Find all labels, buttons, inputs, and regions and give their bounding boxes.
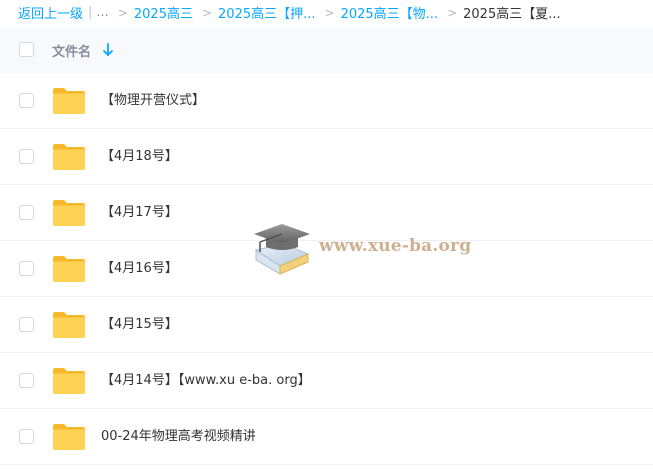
list-header: 文件名 [0,27,653,73]
graduation-cap-icon [250,220,312,278]
folder-icon [52,311,86,339]
breadcrumb-item[interactable]: 2025高三 [134,3,193,22]
row-checkbox[interactable] [19,373,34,388]
row-checkbox[interactable] [19,205,34,220]
file-name[interactable]: 【4月15号】 [101,297,178,353]
row-checkbox[interactable] [19,261,34,276]
row-checkbox[interactable] [19,149,34,164]
breadcrumb-separator-icon: > [117,5,128,20]
list-item[interactable]: 【物理开营仪式】 [0,73,653,129]
file-name[interactable]: 【4月17号】 [101,185,178,241]
folder-icon [52,199,86,227]
watermark: www.xue-ba.org [250,220,480,280]
back-link[interactable]: 返回上一级 [18,3,83,22]
folder-icon [52,367,86,395]
arrow-down-icon[interactable] [102,42,114,58]
file-name[interactable]: 【4月14号】【www.xu e-ba. org】 [101,353,311,409]
list-item[interactable]: 00-24年物理高考视频精讲 [0,409,653,465]
folder-icon [52,87,86,115]
row-checkbox[interactable] [19,317,34,332]
list-item[interactable]: 【4月15号】 [0,297,653,353]
breadcrumb-item[interactable]: 2025高三【物... [341,3,438,22]
file-browser: 返回上一级 | ... > 2025高三 > 2025高三【押... > 202… [0,0,653,470]
breadcrumb-current: 2025高三【夏... [463,7,561,22]
column-header-filename[interactable]: 文件名 [52,41,91,60]
file-name[interactable]: 【4月16号】 [101,241,178,297]
watermark-text: www.xue-ba.org [319,236,472,256]
file-name[interactable]: 【4月18号】 [101,129,178,185]
folder-icon [52,143,86,171]
row-checkbox[interactable] [19,429,34,444]
folder-icon [52,423,86,451]
row-checkbox[interactable] [19,93,34,108]
list-item[interactable]: 【4月18号】 [0,129,653,185]
breadcrumb-item[interactable]: 2025高三【押... [218,3,315,22]
breadcrumb-separator-icon: > [324,5,335,20]
breadcrumb: 返回上一级 | ... > 2025高三 > 2025高三【押... > 202… [0,0,653,25]
breadcrumb-separator-icon: > [201,5,213,20]
breadcrumb-divider: | [88,5,93,20]
breadcrumb-separator-icon: > [447,5,458,20]
breadcrumb-ellipsis[interactable]: ... [96,5,108,20]
select-all-checkbox[interactable] [19,42,34,57]
file-name[interactable]: 00-24年物理高考视频精讲 [101,409,256,465]
list-item[interactable]: 【4月14号】【www.xu e-ba. org】 [0,353,653,409]
file-name[interactable]: 【物理开营仪式】 [101,73,205,129]
folder-icon [52,255,86,283]
